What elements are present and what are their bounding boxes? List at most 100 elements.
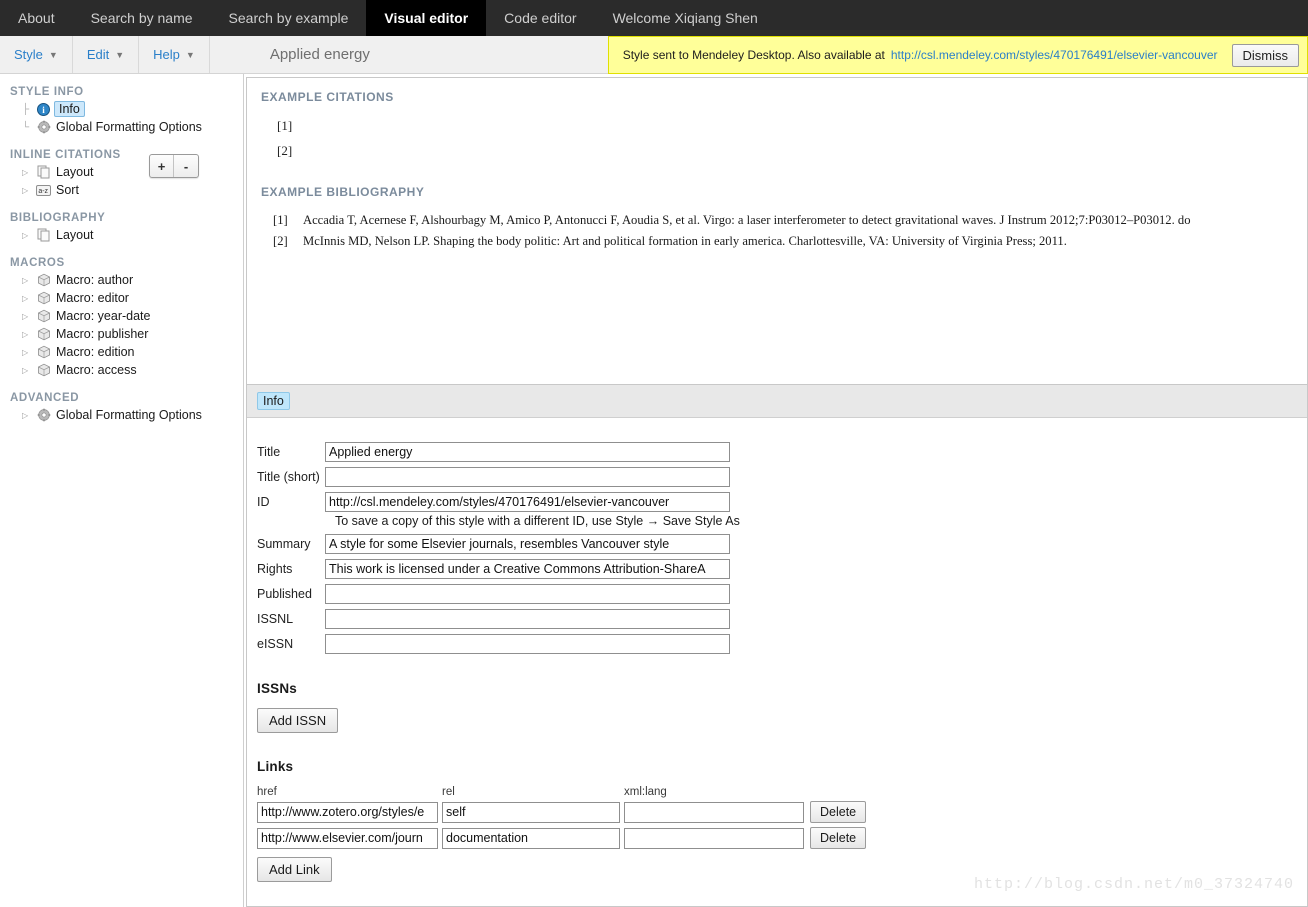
watermark-text: http://blog.csdn.net/m0_37324740 — [973, 876, 1294, 893]
box-icon — [35, 363, 52, 378]
field-label: Summary — [257, 536, 311, 551]
link-rel-input[interactable] — [442, 827, 620, 849]
info-icon: i — [35, 102, 52, 117]
menu-label: Style — [14, 47, 43, 62]
tree-zoom-controls: + - — [149, 154, 199, 178]
expand-arrow-icon[interactable] — [22, 366, 35, 375]
nav-item-visual-editor[interactable]: Visual editor — [366, 0, 487, 36]
expand-arrow-icon[interactable] — [22, 231, 35, 240]
menu-bar: Style ▼ Edit ▼ Help ▼ — [0, 36, 210, 73]
expand-arrow-icon[interactable] — [22, 411, 35, 420]
tree-node-label: Macro: access — [56, 363, 137, 377]
editor-toolbar: Style ▼ Edit ▼ Help ▼ Applied energy Style se… — [0, 36, 1308, 74]
tree-node-macro-editor[interactable]: Macro: editor — [8, 289, 243, 307]
field-input-issnl[interactable] — [325, 608, 730, 629]
tree-node-layout[interactable]: Layout — [8, 226, 243, 244]
notification-link[interactable]: http://csl.mendeley.com/styles/470176491… — [891, 48, 1218, 62]
tree-node-macro-author[interactable]: Macro: author — [8, 271, 243, 289]
expand-arrow-icon[interactable] — [22, 330, 35, 339]
menu-label: Help — [153, 47, 180, 62]
field-input-id[interactable] — [325, 491, 730, 512]
editor-right-pane: EXAMPLE CITATIONS [1] [2] EXAMPLE BIBLIOG… — [244, 74, 1308, 907]
tab-info[interactable]: Info — [257, 392, 290, 410]
top-navigation-bar: About Search by name Search by example Visu… — [0, 0, 1308, 36]
link-lang-input[interactable] — [624, 827, 804, 849]
expand-arrow-icon[interactable] — [22, 186, 35, 195]
chevron-down-icon: ▼ — [185, 49, 195, 60]
bibliography-entry: [1] Accadia T, Acernese F, Alshourbagy M,… — [261, 213, 1307, 228]
box-icon — [35, 291, 52, 306]
az-sort-icon: a-z — [35, 183, 52, 198]
field-input-title[interactable] — [325, 441, 730, 462]
tree-node-label: Global Formatting Options — [56, 120, 202, 134]
field-row: Title (short) — [247, 465, 1307, 488]
tree-node-info[interactable]: iInfo — [8, 100, 243, 118]
tree-node-layout[interactable]: Layout — [8, 163, 243, 181]
field-input-rights[interactable] — [325, 558, 730, 579]
nav-item-code-editor[interactable]: Code editor — [486, 0, 594, 36]
delete-link-button[interactable]: Delete — [810, 801, 867, 823]
field-label: eISSN — [257, 636, 294, 651]
field-label: Title (short) — [257, 469, 320, 484]
menu-style[interactable]: Style ▼ — [0, 36, 73, 73]
tree-branch-icon — [22, 122, 35, 133]
link-rel-input[interactable] — [442, 801, 620, 823]
expand-arrow-icon[interactable] — [22, 348, 35, 357]
link-row: Delete — [247, 827, 1307, 849]
field-row: eISSN — [247, 632, 1307, 655]
nav-item-search-by-name[interactable]: Search by name — [73, 0, 211, 36]
field-input-published[interactable] — [325, 583, 730, 604]
tree-node-global-formatting-options[interactable]: Global Formatting Options — [8, 118, 243, 136]
dismiss-button[interactable]: Dismiss — [1231, 43, 1299, 67]
tree-node-macro-access[interactable]: Macro: access — [8, 361, 243, 379]
field-input-eissn[interactable] — [325, 633, 730, 654]
nav-item-about[interactable]: About — [0, 0, 73, 36]
example-citation: [2] — [277, 143, 293, 158]
gear-icon — [35, 120, 52, 135]
info-fields: Title Title (short) ID To save a copy of th… — [247, 440, 1307, 655]
expand-arrow-icon[interactable] — [22, 294, 35, 303]
expand-arrow-icon[interactable] — [22, 276, 35, 285]
tree-node-macro-publisher[interactable]: Macro: publisher — [8, 325, 243, 343]
notification-banner: Style sent to Mendeley Desktop. Also ava… — [607, 36, 1308, 74]
tree-group-bibliography: BIBLIOGRAPHY — [10, 212, 106, 224]
tree-node-label: Layout — [56, 165, 94, 179]
pages-icon — [35, 228, 52, 243]
tree-node-macro-edition[interactable]: Macro: edition — [8, 343, 243, 361]
link-lang-input[interactable] — [624, 801, 804, 823]
nav-item-welcome-xiqiang-shen[interactable]: Welcome Xiqiang Shen — [595, 0, 776, 36]
info-tab-strip: Info — [247, 385, 1307, 418]
nav-item-search-by-example[interactable]: Search by example — [211, 0, 367, 36]
menu-help[interactable]: Help ▼ — [139, 36, 210, 73]
expand-arrow-icon[interactable] — [22, 312, 35, 321]
expand-all-button[interactable]: + — [150, 155, 174, 177]
tree-container: STYLE INFO iInfo Global Formatting Options… — [8, 86, 243, 424]
tree-branch-icon — [22, 104, 35, 115]
field-row: Rights — [247, 557, 1307, 580]
tree-node-label: Macro: publisher — [56, 327, 149, 341]
field-label: Title — [257, 444, 281, 459]
links-col-href: href — [257, 786, 277, 798]
svg-text:a-z: a-z — [38, 188, 48, 195]
delete-link-button[interactable]: Delete — [810, 827, 867, 849]
chevron-down-icon: ▼ — [48, 49, 58, 60]
collapse-all-button[interactable]: - — [174, 155, 198, 177]
gear-icon — [35, 408, 52, 423]
add-issn-button[interactable]: Add ISSN — [257, 708, 339, 733]
link-href-input[interactable] — [257, 827, 438, 849]
tree-node-global-formatting-options[interactable]: Global Formatting Options — [8, 406, 243, 424]
add-link-button[interactable]: Add Link — [257, 857, 332, 882]
expand-arrow-icon[interactable] — [22, 168, 35, 177]
bibliography-text: Accadia T, Acernese F, Alshourbagy M, Am… — [303, 213, 1191, 227]
style-tree-sidebar: + - STYLE INFO iInfo Global Formatting Opt… — [0, 74, 244, 907]
link-href-input[interactable] — [257, 801, 438, 823]
tree-node-macro-year-date[interactable]: Macro: year-date — [8, 307, 243, 325]
bibliography-entry: [2] McInnis MD, Nelson LP. Shaping the bo… — [261, 234, 1307, 249]
field-input-title-short-[interactable] — [325, 466, 730, 487]
preview-panel: EXAMPLE CITATIONS [1] [2] EXAMPLE BIBLIOG… — [246, 77, 1308, 384]
bibliography-text: McInnis MD, Nelson LP. Shaping the body … — [303, 234, 1067, 248]
bibliography-number: [1] — [273, 213, 288, 227]
tree-node-sort[interactable]: a-z Sort — [8, 181, 243, 199]
menu-edit[interactable]: Edit ▼ — [73, 36, 140, 73]
field-input-summary[interactable] — [325, 533, 730, 554]
